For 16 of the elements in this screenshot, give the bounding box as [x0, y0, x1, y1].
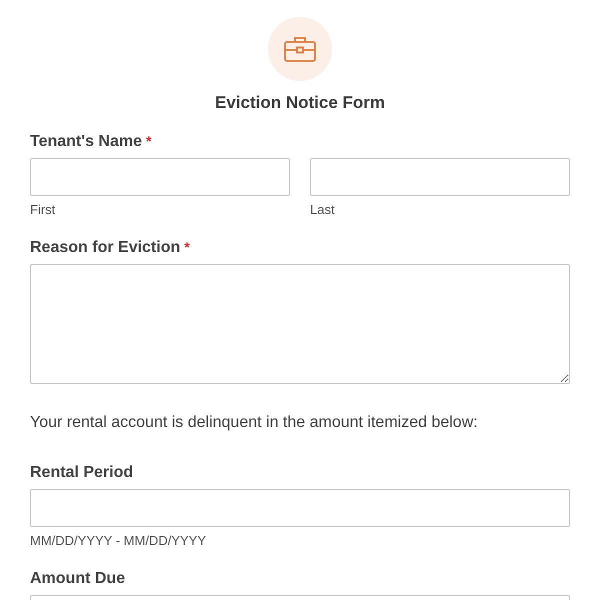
form-title: Eviction Notice Form	[214, 93, 386, 113]
required-mark: *	[146, 133, 152, 151]
sub-label: Last	[310, 202, 336, 217]
field-label: Rental Period	[30, 464, 134, 482]
required-mark: *	[184, 239, 190, 257]
input-field[interactable]	[30, 158, 290, 196]
info-text: Your rental account is delinquent in the amount itemized below:	[30, 414, 479, 432]
input-field[interactable]	[30, 489, 570, 527]
briefcase-icon	[284, 36, 316, 62]
input-field[interactable]	[310, 158, 570, 196]
field-label: Amount Due	[30, 570, 126, 588]
text-area[interactable]	[30, 264, 570, 384]
field-label: Reason for Eviction	[30, 239, 180, 257]
sub-label: First	[30, 202, 56, 217]
field-hint: MM/DD/YYYY - MM/DD/YYYY	[30, 533, 208, 548]
field-label: Tenant's Name	[30, 133, 142, 151]
